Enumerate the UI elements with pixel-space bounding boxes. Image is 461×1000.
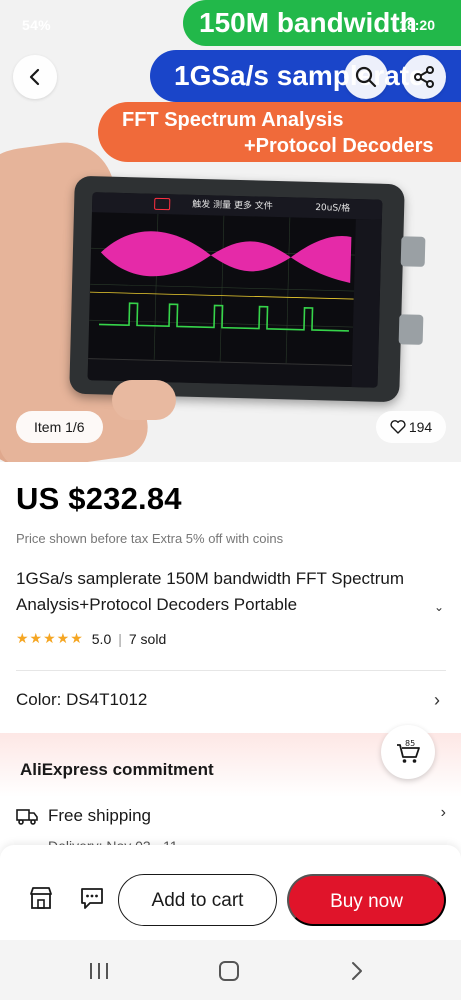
store-button[interactable] (26, 883, 56, 913)
oscilloscope-menu-text: 触发 测量 更多 文件 (192, 199, 273, 212)
chat-icon (81, 888, 103, 909)
price-note: Price shown before tax Extra 5% off with… (16, 531, 284, 546)
color-label: Color: DS4T1012 (16, 690, 148, 709)
bnc-connector (400, 236, 426, 267)
truck-icon (16, 809, 38, 825)
bottom-action-bar: Add to cart Buy now (0, 845, 461, 940)
color-selector-row[interactable]: Color: DS4T1012 › (16, 690, 446, 710)
rating-stars-icon: ★★★★★ (16, 630, 84, 646)
cart-coupon-icon: 85 (397, 739, 420, 763)
chevron-down-icon[interactable]: ⌄ (434, 594, 444, 620)
rating-value: 5.0 (91, 630, 112, 647)
square-wave-trace (99, 302, 349, 332)
home-button[interactable] (216, 958, 242, 984)
product-image-gallery[interactable]: 触发 测量 更多 文件 20uS/格 150M bandwidth 1GSa/s… (0, 0, 461, 462)
hand-finger-image (112, 380, 176, 420)
recent-apps-icon (90, 963, 108, 979)
bnc-connector (398, 314, 424, 345)
store-icon (30, 887, 52, 909)
system-navigation-bar (0, 940, 461, 1000)
chevron-right-icon (352, 962, 362, 980)
message-button[interactable] (77, 883, 107, 913)
chevron-right-icon: › (434, 690, 440, 710)
wishlist-button[interactable]: 194 (376, 411, 446, 443)
add-to-cart-button[interactable]: Add to cart (118, 874, 277, 926)
product-title-text: 1GSa/s samplerate 150M bandwidth FFT Spe… (16, 569, 405, 614)
back-button[interactable] (13, 55, 57, 99)
product-price: US $232.84 (16, 481, 182, 516)
waveform-display (89, 213, 355, 364)
product-title[interactable]: 1GSa/s samplerate 150M bandwidth FFT Spe… (16, 566, 446, 618)
commitment-title: AliExpress commitment (20, 760, 214, 779)
shipping-label: Free shipping (48, 806, 152, 825)
banner-features-line2: +Protocol Decoders (244, 135, 434, 157)
home-icon (219, 961, 239, 981)
recent-apps-button[interactable] (86, 958, 112, 984)
channel-settings-panel (351, 219, 382, 388)
coupon-cart-button[interactable]: 85 (381, 725, 435, 779)
oscilloscope-timebase: 20uS/格 (315, 203, 351, 214)
buy-now-button[interactable]: Buy now (287, 874, 446, 926)
free-shipping-row[interactable]: Free shipping › (16, 804, 446, 826)
fm-waveform-trace (100, 231, 352, 283)
heart-icon (390, 420, 406, 434)
divider (16, 670, 446, 671)
rating-summary[interactable]: ★★★★★ 5.0 | 7 sold (16, 630, 166, 647)
record-icon (154, 197, 171, 211)
chevron-right-icon: › (440, 804, 446, 821)
chevron-left-icon (29, 68, 40, 86)
banner-bandwidth: 150M bandwidth (183, 0, 461, 46)
share-icon (414, 66, 434, 88)
share-button[interactable] (402, 55, 446, 99)
banner-features-line1: FFT Spectrum Analysis (122, 109, 344, 131)
coupon-value: 85 (405, 739, 415, 748)
oscilloscope-product-image: 触发 测量 更多 文件 20uS/格 (69, 175, 426, 403)
rating-separator: | (118, 630, 122, 647)
wishlist-count: 194 (408, 419, 433, 435)
battery-level: 54% (22, 17, 51, 33)
sold-count: 7 sold (128, 630, 167, 647)
back-nav-button[interactable] (344, 958, 370, 984)
banner-features: FFT Spectrum Analysis +Protocol Decoders (98, 102, 461, 162)
image-counter-badge: Item 1/6 (16, 411, 103, 443)
search-icon (355, 66, 377, 88)
search-button[interactable] (344, 55, 388, 99)
oscilloscope-screen: 触发 测量 更多 文件 20uS/格 (87, 192, 383, 388)
